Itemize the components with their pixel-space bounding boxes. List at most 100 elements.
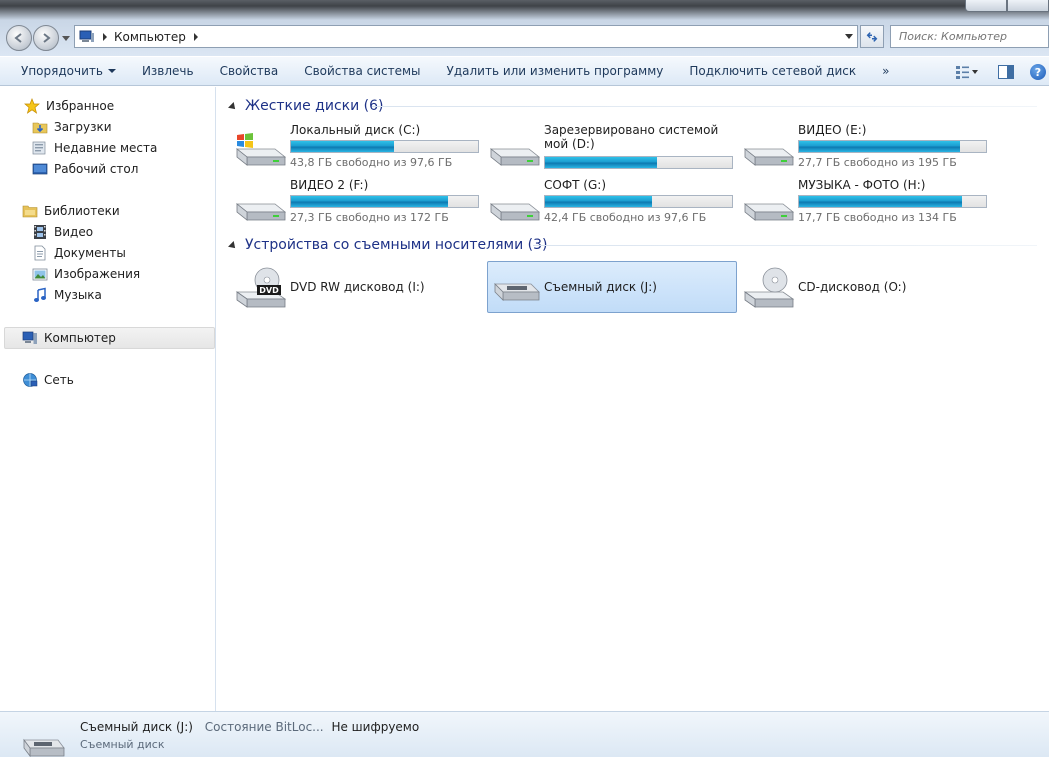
maximize-button[interactable] [1007,0,1049,12]
removable-drive-tile[interactable]: CD-дисковод (O:) [743,262,993,314]
search-input[interactable] [899,30,1048,43]
address-bar[interactable]: Компьютер [74,25,858,48]
drive-name: ВИДЕО 2 (F:) [290,178,369,192]
documents-library-icon [32,245,48,261]
details-bitlocker-value: Не шифруемо [331,720,420,734]
drive-free-space: 17,7 ГБ свободно из 134 ГБ [798,211,957,224]
drive-tile[interactable]: ВИДЕО 2 (F:) 27,3 ГБ свободно из 172 ГБ [235,178,485,228]
details-bitlocker-label: Состояние BitLoc... [204,720,324,734]
command-bar: Упорядочить Извлечь Свойства Свойства си… [0,56,1049,86]
forward-button[interactable] [33,25,59,51]
minimize-button[interactable] [965,0,1007,12]
sidebar-item-libraries[interactable]: Библиотеки [22,201,120,221]
help-icon: ? [1030,64,1046,80]
group-divider [372,106,1037,107]
drive-usage-fill [799,141,960,152]
sidebar-item-downloads[interactable]: Загрузки [32,117,112,137]
drive-name: МУЗЫКА - ФОТО (H:) [798,178,926,192]
removable-drive-tile[interactable]: DVD DVD RW дисковод (I:) [235,262,485,314]
sidebar-item-pictures[interactable]: Изображения [32,264,140,284]
refresh-icon [866,31,878,42]
breadcrumb-separator-icon[interactable] [193,32,198,41]
computer-icon [79,30,94,42]
breadcrumb-computer[interactable]: Компьютер [114,30,186,44]
drive-usage-fill [545,157,658,168]
view-options-button[interactable] [956,63,978,81]
hard-drive-icon [489,129,541,169]
map-network-drive-button[interactable]: Подключить сетевой диск [676,57,869,85]
star-icon [24,98,40,114]
group-header-hard-disks[interactable]: Жесткие диски (6) [228,97,383,115]
drive-tile[interactable]: ВИДЕО (E:) 27,7 ГБ свободно из 195 ГБ [743,123,993,173]
sidebar-item-documents[interactable]: Документы [32,243,126,263]
dvd-drive-icon: DVD [235,266,287,310]
collapse-triangle-icon [228,241,238,251]
search-box[interactable] [890,25,1049,48]
details-drive-name: Съемный диск (J:) [80,720,193,734]
drive-usage-fill [291,141,394,152]
drive-free-space: 27,7 ГБ свободно из 195 ГБ [798,156,957,169]
sidebar-item-recent-places[interactable]: Недавние места [32,138,157,158]
downloads-folder-icon [32,119,48,135]
video-library-icon [32,224,48,240]
collapse-triangle-icon [228,102,238,112]
computer-icon [22,330,38,346]
hard-drive-icon [743,184,795,224]
drive-tile[interactable]: СОФТ (G:) 42,4 ГБ свободно из 97,6 ГБ [489,178,739,228]
drive-name: ВИДЕО (E:) [798,123,867,137]
recent-pages-dropdown-icon[interactable] [62,34,70,42]
libraries-icon [22,203,38,219]
drive-name: Локальный диск (C:) [290,123,421,137]
drive-tile[interactable]: МУЗЫКА - ФОТО (H:) 17,7 ГБ свободно из 13… [743,178,993,228]
view-list-icon [956,66,978,79]
details-pane: Съемный диск (J:) Состояние BitLoc... Не… [0,711,1049,757]
drive-usage-bar [798,140,987,153]
windows-drive-icon [235,129,287,169]
properties-button[interactable]: Свойства [207,57,292,85]
drive-name: Зарезервировано системой мой (D:) [544,123,719,151]
sidebar-item-network[interactable]: Сеть [22,370,74,390]
drive-usage-fill [545,196,652,207]
drive-name: CD-дисковод (O:) [798,280,907,294]
drive-tile[interactable]: Локальный диск (C:) 43,8 ГБ свободно из 9… [235,123,485,173]
drive-usage-bar [544,156,733,169]
sidebar-item-computer[interactable]: Компьютер [22,328,116,348]
sidebar-item-video[interactable]: Видео [32,222,93,242]
drive-name: DVD RW дисковод (I:) [290,280,425,294]
network-icon [22,372,38,388]
system-properties-button[interactable]: Свойства системы [291,57,433,85]
drive-free-space: 43,8 ГБ свободно из 97,6 ГБ [290,156,453,169]
title-bar: Компьютер [0,0,1049,56]
drive-usage-bar [290,140,479,153]
hard-drive-icon [489,184,541,224]
help-button[interactable]: ? [1027,63,1049,81]
organize-button[interactable]: Упорядочить [8,57,129,85]
drive-usage-fill [291,196,449,207]
drive-usage-fill [799,196,962,207]
removable-drive-tile[interactable]: Съемный диск (J:) [487,261,737,313]
preview-pane-button[interactable] [995,63,1017,81]
address-dropdown-icon[interactable] [845,34,853,39]
refresh-button[interactable] [860,25,884,48]
breadcrumb-separator-icon [103,32,107,41]
forward-arrow-icon [43,33,51,43]
group-header-removable[interactable]: Устройства со съемными носителями (3) [228,236,547,254]
sidebar-item-favorites[interactable]: Избранное [24,96,114,116]
removable-drive-icon [23,738,65,757]
recent-places-icon [32,140,48,156]
back-arrow-icon [14,33,22,43]
hard-drive-icon [235,184,287,224]
eject-button[interactable]: Извлечь [129,57,207,85]
sidebar-item-music[interactable]: Музыка [32,285,102,305]
sidebar-item-desktop[interactable]: Рабочий стол [32,159,138,179]
drive-usage-bar [798,195,987,208]
more-commands-button[interactable]: » [869,57,902,85]
desktop-icon [32,161,48,177]
drive-name: Съемный диск (J:) [544,280,657,294]
preview-pane-icon [998,65,1014,79]
svg-text:DVD: DVD [259,286,279,295]
removable-drive-icon [491,266,543,310]
back-button[interactable] [6,25,32,51]
uninstall-program-button[interactable]: Удалить или изменить программу [434,57,677,85]
drive-tile[interactable]: Зарезервировано системой мой (D:) [489,123,739,173]
